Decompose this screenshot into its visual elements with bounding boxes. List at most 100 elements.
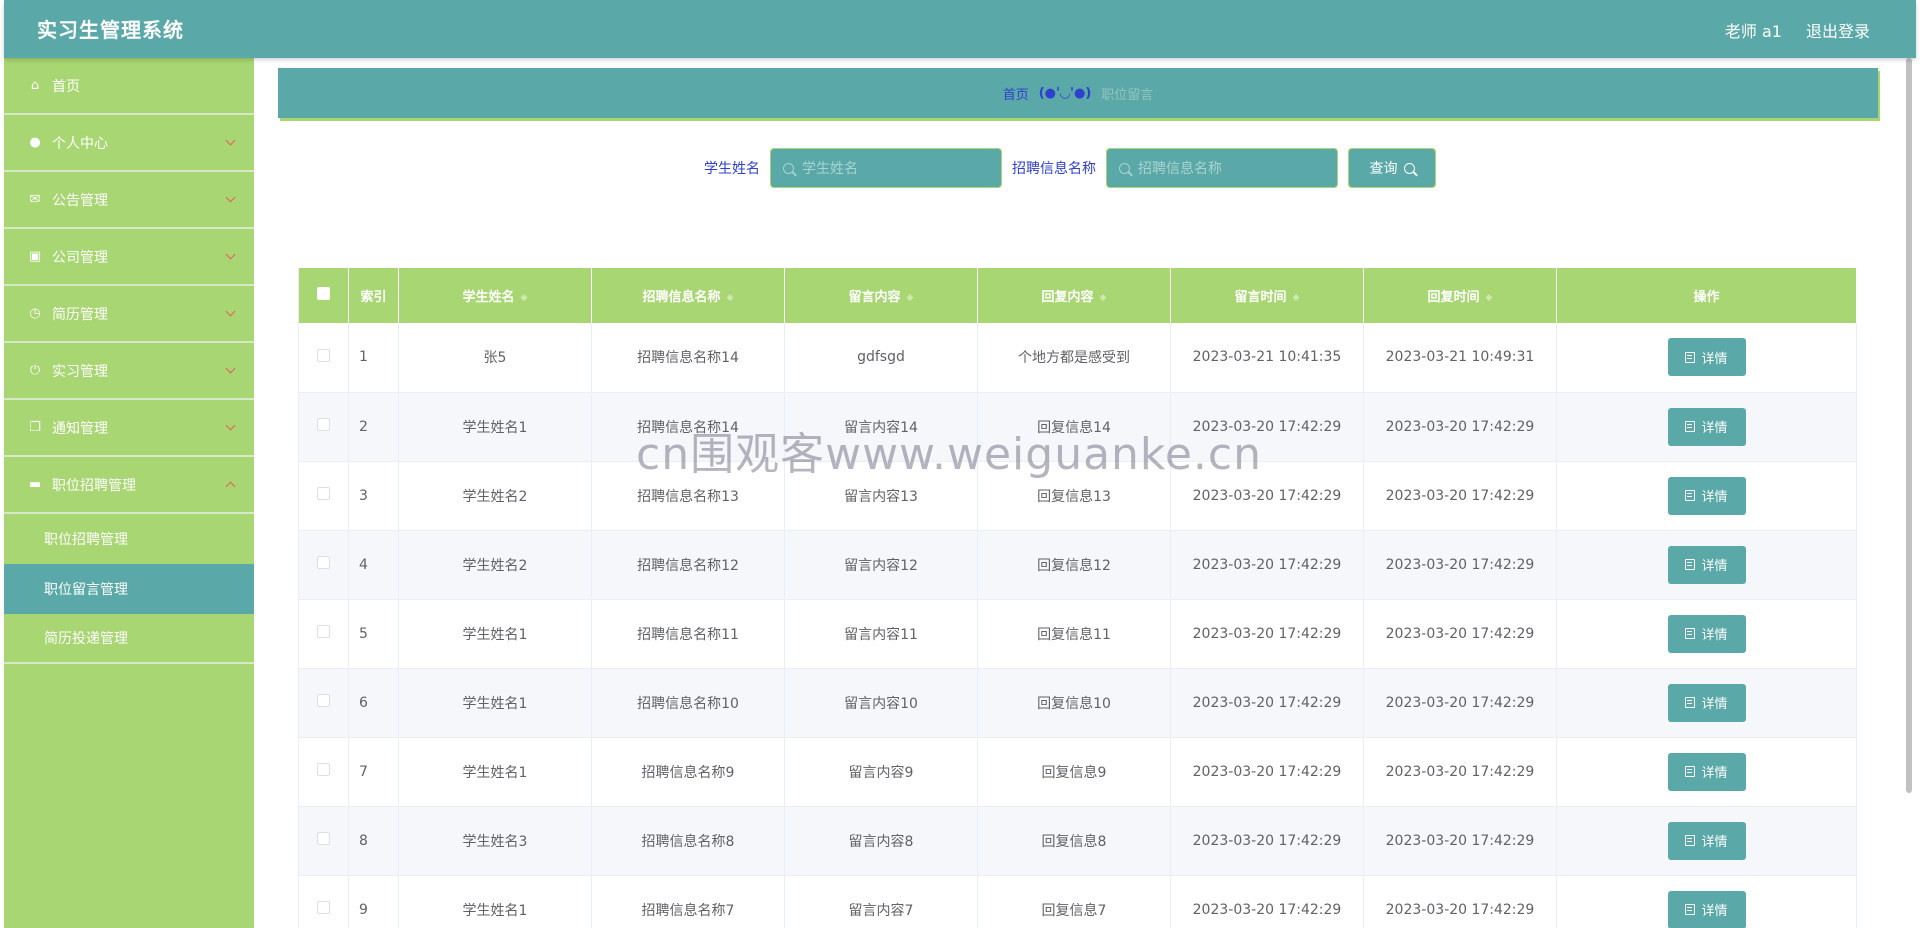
table-row: 1 张5 招聘信息名称14 gdfsgd 个地方都是感受到 2023-03-21 10:4… [298,323,1857,393]
row-checkbox[interactable] [317,418,330,431]
row-reply: 回复信息11 [977,599,1171,669]
table-body: 1 张5 招聘信息名称14 gdfsgd 个地方都是感受到 2023-03-21 10:4… [298,323,1857,928]
row-message: gdfsgd [784,323,978,393]
detail-button[interactable]: 详情 [1667,338,1746,377]
breadcrumb-home[interactable]: 首页 [1003,84,1029,103]
detail-button[interactable]: 详情 [1667,407,1746,446]
document-icon [1685,351,1696,363]
sort-icon: ◆ [1099,292,1107,303]
detail-button-label: 详情 [1701,904,1728,919]
row-student-name: 学生姓名2 [398,461,592,531]
chevron-down-icon [225,135,236,146]
sidebar-item-companies[interactable]: ▣ 公司管理 [4,229,254,286]
row-checkbox[interactable] [317,832,330,845]
row-actions: 详情 [1556,737,1857,807]
sidebar-item-home[interactable]: ⌂ 首页 [4,58,254,115]
row-message-time: 2023-03-21 10:41:35 [1170,323,1364,393]
row-job-name: 招聘信息名称12 [591,530,785,600]
row-checkbox[interactable] [317,348,330,362]
row-student-name: 张5 [398,323,592,393]
col-label: 回复内容 [1041,290,1094,305]
row-student-name: 学生姓名3 [398,806,592,876]
submenu-resume-delivery[interactable]: 简历投递管理 [4,614,254,664]
app-title: 实习生管理系统 [37,18,184,42]
col-job-name[interactable]: 招聘信息名称 ◆ [591,268,785,323]
sidebar-item-label: 通知管理 [52,420,108,437]
document-icon [1685,628,1696,639]
copy-icon: ❐ [29,420,41,435]
breadcrumb-separator: (●'◡'●) [1038,85,1092,101]
row-reply: 回复信息9 [977,737,1171,807]
detail-button[interactable]: 详情 [1667,614,1746,653]
chevron-down-icon [225,306,236,317]
row-message: 留言内容7 [784,875,978,928]
select-all-checkbox[interactable] [317,287,330,300]
detail-button[interactable]: 详情 [1667,752,1746,791]
row-job-name: 招聘信息名称11 [591,599,785,669]
row-message-time: 2023-03-20 17:42:29 [1170,599,1364,669]
query-button[interactable]: 查询 [1348,148,1436,188]
sort-icon: ◆ [520,292,528,303]
row-message-time: 2023-03-20 17:42:29 [1170,737,1364,807]
sort-icon: ◆ [906,292,914,303]
table-row: 5 学生姓名1 招聘信息名称11 留言内容11 回复信息11 2023-03-20 17:… [298,599,1857,669]
submenu-job-recruitment[interactable]: 职位招聘管理 [4,514,254,564]
row-message: 留言内容14 [784,392,978,462]
header-actions: 老师 a1 退出登录 [1725,18,1870,42]
row-reply: 回复信息14 [977,392,1171,462]
sidebar-item-notifications[interactable]: ❐ 通知管理 [4,400,254,457]
select-all-cell [298,268,349,323]
col-reply-time[interactable]: 回复时间 ◆ [1363,268,1557,323]
table-row: 3 学生姓名2 招聘信息名称13 留言内容13 回复信息13 2023-03-20 17:… [298,461,1857,531]
col-message-time[interactable]: 留言时间 ◆ [1170,268,1364,323]
messages-table: 索引 学生姓名 ◆ 招聘信息名称 ◆ 留言内容 ◆ 回复内容 ◆ 留言时间 ◆ 回复时间 ◆… [298,268,1857,928]
col-message[interactable]: 留言内容 ◆ [784,268,978,323]
student-name-input[interactable]: 学生姓名 [770,148,1002,188]
col-reply[interactable]: 回复内容 ◆ [977,268,1171,323]
row-message: 留言内容13 [784,461,978,531]
detail-button[interactable]: 详情 [1667,545,1746,584]
row-reply: 个地方都是感受到 [977,323,1171,393]
sort-icon: ◆ [726,292,734,303]
row-checkbox[interactable] [317,556,330,569]
row-reply-time: 2023-03-20 17:42:29 [1363,875,1557,928]
sort-icon: ◆ [1292,292,1300,303]
row-reply-time: 2023-03-20 17:42:29 [1363,668,1557,738]
sidebar-item-resumes[interactable]: ◷ 简历管理 [4,286,254,343]
row-job-name: 招聘信息名称14 [591,392,785,462]
detail-button[interactable]: 详情 [1667,890,1746,928]
detail-button[interactable]: 详情 [1667,683,1746,722]
row-message-time: 2023-03-20 17:42:29 [1170,392,1364,462]
detail-button-label: 详情 [1701,351,1728,367]
submenu-job-messages[interactable]: 职位留言管理 [4,564,254,614]
sidebar-item-internships[interactable]: ⏻ 实习管理 [4,343,254,400]
row-reply: 回复信息7 [977,875,1171,928]
row-checkbox[interactable] [317,763,330,776]
detail-button[interactable]: 详情 [1667,821,1746,860]
row-message: 留言内容11 [784,599,978,669]
detail-button-label: 详情 [1701,835,1728,850]
detail-button[interactable]: 详情 [1667,476,1746,515]
table-row: 4 学生姓名2 招聘信息名称12 留言内容12 回复信息12 2023-03-20 17:… [298,530,1857,600]
sidebar-item-job-recruitment[interactable]: ▬ 职位招聘管理 [4,457,254,514]
vertical-scrollbar[interactable] [1906,58,1912,793]
col-label: 招聘信息名称 [642,290,721,305]
row-checkbox[interactable] [317,625,330,638]
row-checkbox[interactable] [317,487,330,500]
logout-link[interactable]: 退出登录 [1806,18,1870,42]
row-checkbox[interactable] [317,694,330,707]
col-label: 学生姓名 [462,290,515,305]
query-button-label: 查询 [1369,161,1398,177]
job-name-input[interactable]: 招聘信息名称 [1106,148,1338,188]
sidebar-item-personal-center[interactable]: ● 个人中心 [4,115,254,172]
chevron-down-icon [225,363,236,374]
sidebar-item-announcements[interactable]: ✉ 公告管理 [4,172,254,229]
row-actions: 详情 [1556,392,1857,462]
row-message-time: 2023-03-20 17:42:29 [1170,530,1364,600]
row-reply-time: 2023-03-20 17:42:29 [1363,530,1557,600]
row-select-cell [298,875,349,928]
row-checkbox[interactable] [317,901,330,914]
row-select-cell [298,392,349,462]
row-student-name: 学生姓名1 [398,875,592,928]
col-student-name[interactable]: 学生姓名 ◆ [398,268,592,323]
